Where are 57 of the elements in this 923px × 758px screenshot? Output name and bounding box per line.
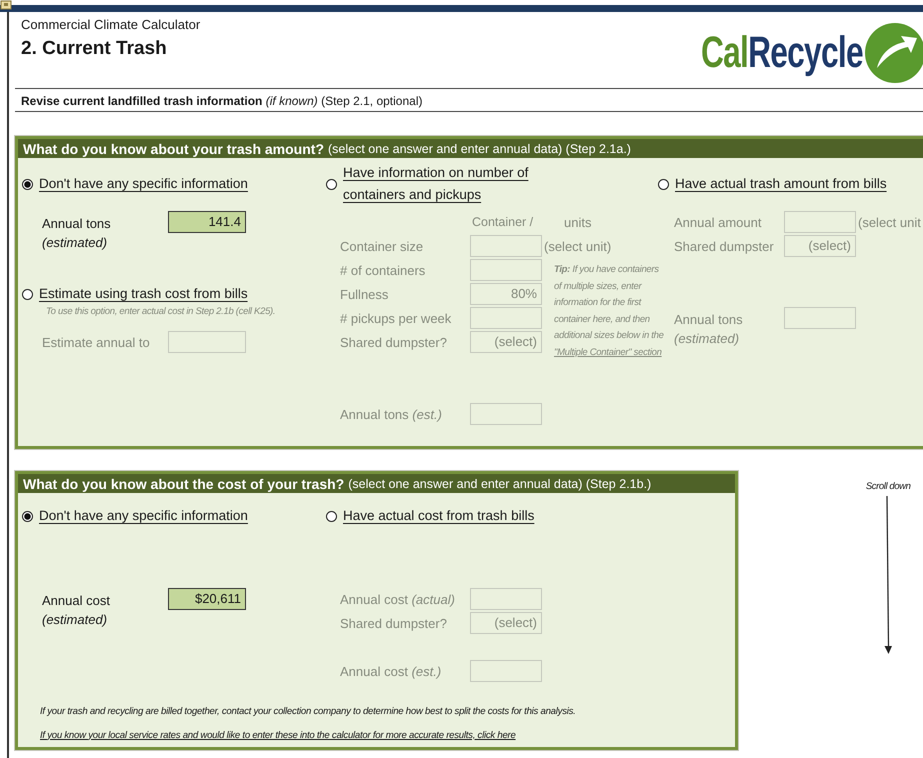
radio-icon[interactable]: [658, 178, 669, 190]
input-field[interactable]: [784, 307, 856, 329]
radio-option[interactable]: Have actual trash amount from bills: [654, 173, 887, 195]
radio-option[interactable]: Have information on number of containers and pickups: [322, 162, 555, 206]
sheet-corner-icon: [0, 0, 12, 10]
field-label: Annual amount: [673, 214, 762, 230]
recycle-arrow-icon: [863, 22, 923, 84]
input-field[interactable]: $20,611: [168, 588, 246, 610]
service-rates-link[interactable]: If you know your local service rates and would like to enter these into the calculator for more accurate results, click here: [40, 730, 736, 740]
field-label: Annual tons: [674, 311, 743, 329]
radio-icon[interactable]: [326, 178, 337, 190]
radio-option[interactable]: Don't have any specific information: [18, 505, 248, 527]
input-field[interactable]: [470, 235, 542, 257]
field-note: (estimated): [674, 331, 740, 346]
input-field[interactable]: [470, 259, 542, 281]
radio-icon[interactable]: [22, 510, 33, 522]
field-label: Annual cost (est.): [339, 664, 442, 678]
radio-option[interactable]: Estimate using trash cost from bills: [18, 283, 248, 305]
input-field[interactable]: [470, 660, 542, 682]
radio-icon[interactable]: [22, 288, 33, 300]
logo-wordmark: CalRecycle: [701, 31, 863, 75]
app-title: Commercial Climate Calculator: [21, 17, 200, 32]
radio-icon[interactable]: [22, 178, 33, 190]
field-label: Shared dumpster: [673, 238, 775, 254]
field-label: Shared dumpster?: [339, 616, 448, 630]
instruction-text: Revise current landfilled trash information (if known) (Step 2.1, optional): [15, 89, 923, 112]
tip-text: Tip: If you have containers of multiple sizes, enter information for the first container here, and then additional sizes below in the "Multiple Container" section: [553, 263, 665, 360]
column-header: Container /: [471, 215, 534, 229]
input-field[interactable]: [168, 331, 246, 353]
field-label: Estimate annual to: [41, 334, 151, 350]
scroll-hint: Scroll down: [866, 481, 911, 492]
input-field[interactable]: [470, 307, 542, 329]
field-label: # of containers: [339, 262, 426, 278]
field-label: Annual cost: [42, 592, 110, 610]
field-label: # pickups per week: [339, 310, 452, 326]
field-label: Shared dumpster?: [339, 334, 448, 350]
down-arrow-icon: [883, 496, 894, 656]
input-field[interactable]: 141.4: [168, 211, 246, 233]
input-field[interactable]: [470, 403, 542, 425]
panel-header: What do you know about the cost of your trash? (select one answer and enter annual data) (Step 2.1b.): [18, 474, 736, 493]
radio-option[interactable]: Have actual cost from trash bills: [322, 505, 534, 527]
page-title: 2. Current Trash: [21, 38, 168, 60]
field-label: Annual cost (actual): [339, 592, 456, 606]
input-field[interactable]: [784, 211, 856, 233]
column-header: units: [563, 214, 592, 230]
field-note: (estimated): [42, 612, 108, 627]
field-label: Fullness: [339, 286, 390, 302]
field-note: (estimated): [42, 235, 108, 250]
field-label: Annual tons: [42, 215, 111, 233]
radio-icon[interactable]: [326, 510, 337, 522]
radio-option[interactable]: Don't have any specific information: [18, 173, 248, 195]
field-label: Annual tons (est.): [339, 406, 443, 422]
field-label: Container size: [339, 238, 424, 254]
note-text: If your trash and recycling are billed together, contact your collection company to determine how best to split the costs for this analysis.: [40, 706, 577, 716]
input-field[interactable]: [470, 588, 542, 610]
hint-text: To use this option, enter actual cost in Step 2.1b (cell K25).: [45, 306, 276, 317]
panel-header: What do you know about your trash amount? (select one answer and enter annual data) (Step 2.1a.): [18, 139, 923, 158]
